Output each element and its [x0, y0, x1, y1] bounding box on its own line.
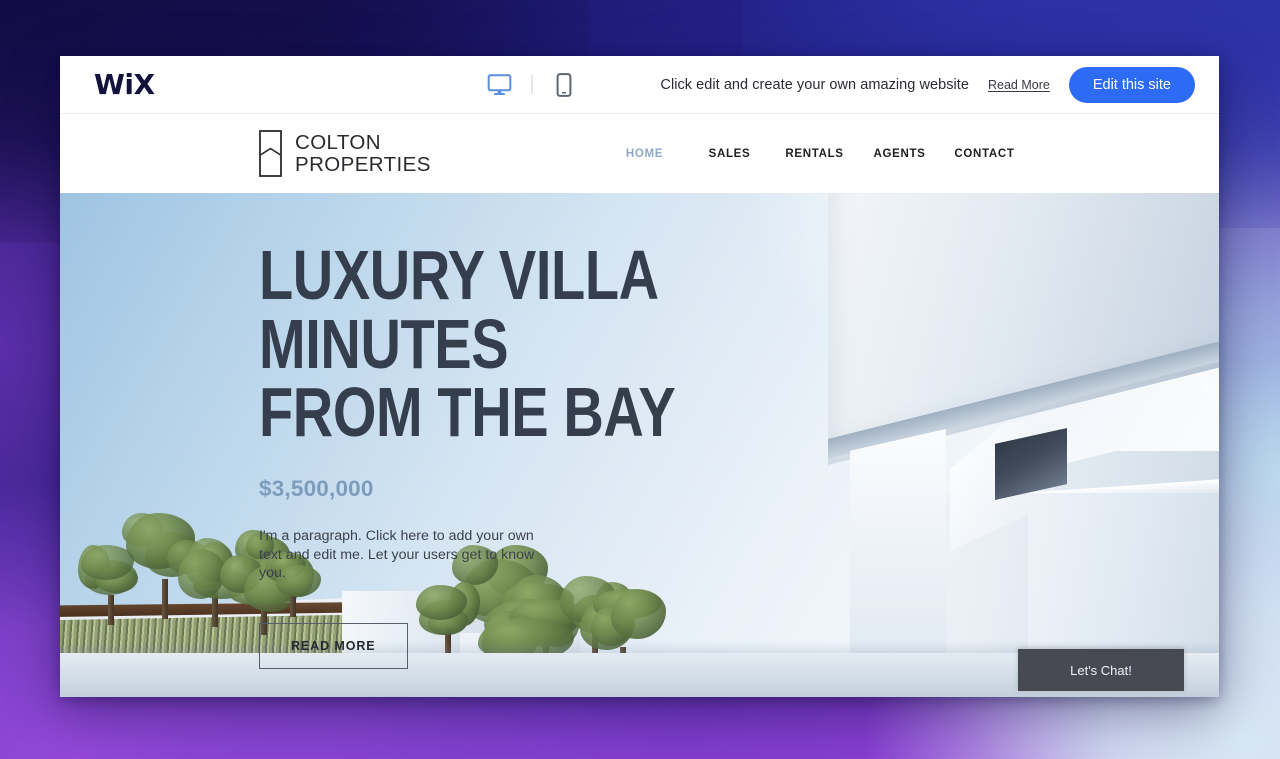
hero-headline: LUXURY VILLA MINUTES FROM THE BAY: [259, 236, 676, 452]
chat-widget-label: Let's Chat!: [1070, 662, 1132, 678]
wix-promo-text: Click edit and create your own amazing w…: [660, 76, 969, 93]
site-logo[interactable]: COLTON PROPERTIES: [259, 130, 431, 177]
viewport-toggle-group: [484, 70, 579, 100]
viewport-separator: [531, 75, 532, 94]
hero-headline-line1: LUXURY VILLA: [259, 236, 659, 314]
site-logo-line2: PROPERTIES: [295, 152, 431, 176]
nav-item-rentals[interactable]: RENTALS: [772, 140, 857, 168]
hero-read-more-button[interactable]: READ MORE: [259, 622, 408, 669]
mobile-phone-icon[interactable]: [549, 70, 579, 100]
hero-paragraph: I'm a paragraph. Click here to add your …: [259, 527, 535, 582]
site-logo-line1: COLTON: [295, 130, 381, 154]
nav-item-home[interactable]: HOME: [602, 140, 687, 168]
site-header: COLTON PROPERTIES HOME SALES RENTALS AGE…: [60, 114, 1219, 193]
wix-bar-right-group: Click edit and create your own amazing w…: [660, 66, 1195, 103]
nav-item-sales[interactable]: SALES: [687, 140, 772, 168]
wix-read-more-link[interactable]: Read More: [988, 78, 1050, 92]
site-navigation: HOME SALES RENTALS AGENTS CONTACT: [602, 140, 1179, 168]
hero-section: LUXURY VILLA MINUTES FROM THE BAY $3,500…: [60, 193, 1219, 697]
hero-price: $3,500,000: [259, 475, 374, 501]
site-logo-text: COLTON PROPERTIES: [295, 132, 431, 175]
edit-this-site-button[interactable]: Edit this site: [1068, 66, 1195, 103]
chat-widget[interactable]: Let's Chat!: [1018, 649, 1184, 691]
hero-headline-line3: FROM THE BAY: [259, 373, 676, 452]
house-outline-mark-icon: [259, 130, 282, 177]
wix-logo[interactable]: WiX: [94, 70, 155, 99]
site-preview-window: WiX Click edit and create your own amazi…: [60, 56, 1219, 697]
hero-content: LUXURY VILLA MINUTES FROM THE BAY $3,500…: [259, 236, 689, 669]
hero-headline-line2: MINUTES: [259, 304, 509, 383]
wix-top-bar: WiX Click edit and create your own amazi…: [60, 56, 1219, 114]
desktop-monitor-icon[interactable]: [484, 70, 514, 100]
nav-item-contact[interactable]: CONTACT: [942, 140, 1027, 168]
nav-item-agents[interactable]: AGENTS: [857, 140, 942, 168]
